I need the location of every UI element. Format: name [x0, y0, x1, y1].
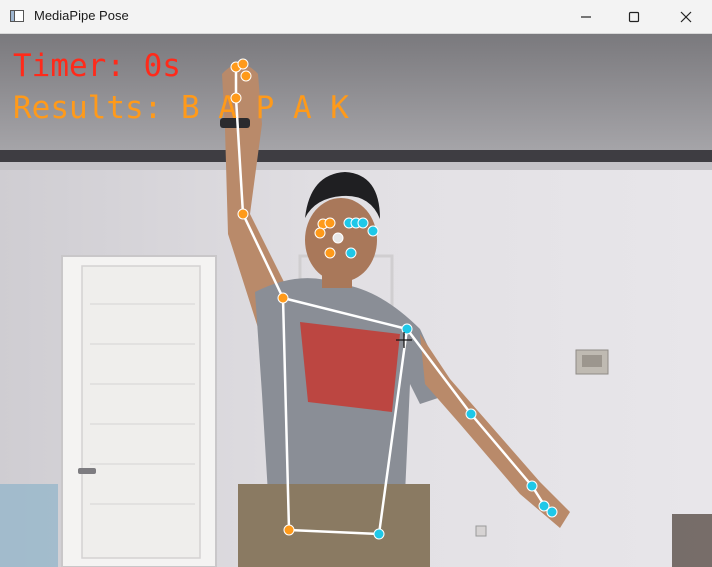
landmark-point [240, 70, 252, 82]
nose-landmark [332, 232, 344, 244]
close-button[interactable] [662, 0, 710, 33]
landmark-point [373, 528, 385, 540]
landmark-point [237, 58, 249, 70]
minimize-icon [581, 15, 591, 18]
landmark-point [546, 506, 558, 518]
landmark-point [357, 217, 369, 229]
camera-feed: Timer: 0s Results: B A P A K [0, 34, 712, 567]
title-bar[interactable]: MediaPipe Pose [0, 0, 712, 34]
results-text: Results: B A P A K [13, 90, 349, 126]
landmark-point [324, 217, 336, 229]
landmark-point [324, 247, 336, 259]
minimize-button[interactable] [562, 0, 610, 33]
maximize-button[interactable] [610, 0, 658, 33]
door [61, 255, 217, 567]
landmark-point [465, 408, 477, 420]
landmark-point [367, 225, 379, 237]
app-icon [10, 10, 24, 22]
close-icon [680, 11, 692, 22]
landmark-point [526, 480, 538, 492]
landmark-point [277, 292, 289, 304]
landmark-point [314, 227, 326, 239]
window-title: MediaPipe Pose [34, 8, 129, 23]
landmark-point [237, 208, 249, 220]
maximize-icon [628, 11, 640, 22]
landmark-point [345, 247, 357, 259]
timer-text: Timer: 0s [13, 48, 181, 84]
app-window: MediaPipe Pose Timer: 0s Results: B A P … [0, 0, 712, 567]
landmark-point [283, 524, 295, 536]
ceiling-trim [0, 150, 712, 164]
